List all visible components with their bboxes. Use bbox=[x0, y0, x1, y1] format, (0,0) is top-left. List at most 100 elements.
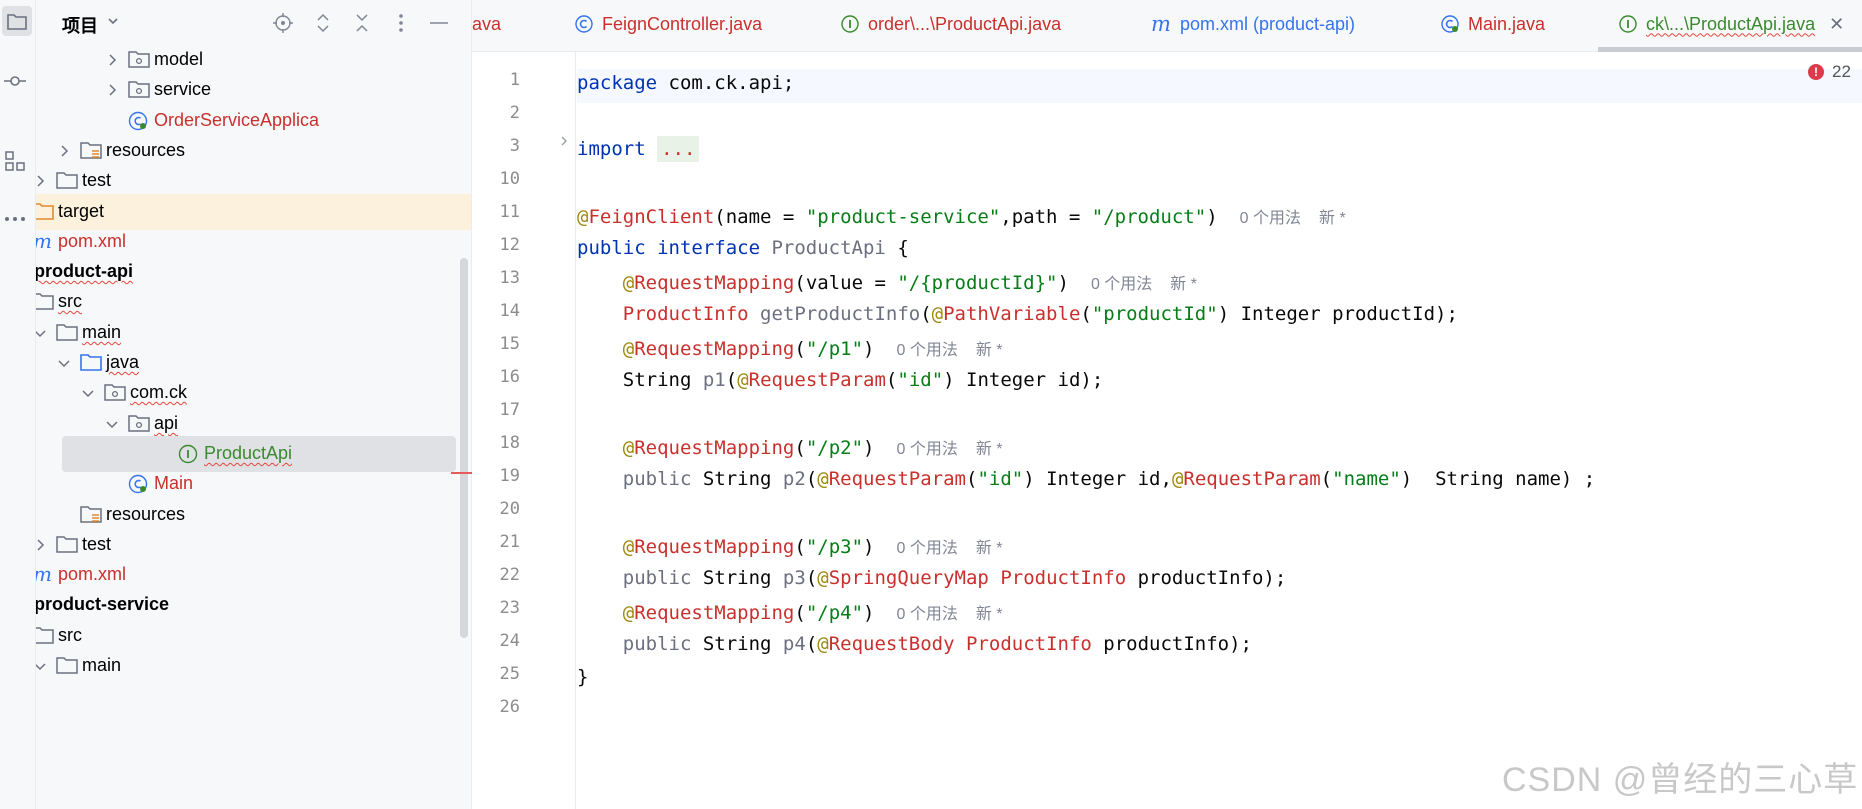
tab-label: Main.java bbox=[1468, 13, 1546, 34]
tab-main[interactable]: Main.java bbox=[1440, 0, 1545, 48]
tab-label: FeignController.java bbox=[602, 13, 763, 34]
code-line-13: @RequestMapping(value = "/{productId}") 0… bbox=[622, 272, 1197, 294]
code-line-22: public String p3(@SpringQueryMap Product… bbox=[622, 567, 1287, 589]
structure-tool-icon[interactable] bbox=[0, 146, 30, 176]
line-number: 12 bbox=[499, 235, 520, 255]
chevron-down-icon[interactable] bbox=[56, 355, 72, 371]
chevron-right-icon[interactable] bbox=[36, 537, 48, 553]
locate-icon[interactable] bbox=[270, 10, 296, 36]
error-count: 22 bbox=[1832, 62, 1851, 81]
collapse-all-icon[interactable] bbox=[349, 10, 375, 36]
line-number: 15 bbox=[499, 334, 520, 354]
chevron-down-icon[interactable] bbox=[104, 416, 120, 432]
tree-item-label: product-service bbox=[36, 594, 170, 614]
hide-panel-icon[interactable] bbox=[426, 10, 452, 36]
spring-boot-class-icon bbox=[1440, 14, 1460, 34]
folder-icon bbox=[36, 292, 54, 312]
activity-bar bbox=[0, 0, 36, 809]
spring-boot-class-icon bbox=[128, 474, 150, 494]
tab-pom-product-api[interactable]: m pom.xml (product-api) bbox=[1150, 0, 1355, 48]
tree-item-label: src bbox=[58, 291, 82, 311]
tree-item-label: model bbox=[154, 49, 204, 69]
fold-chevron-icon[interactable] bbox=[558, 132, 570, 151]
folder-icon bbox=[56, 535, 78, 555]
package-folder-icon bbox=[128, 50, 150, 70]
package-folder-icon bbox=[128, 414, 150, 434]
code-line-24: public String p4(@RequestBody ProductInf… bbox=[622, 633, 1252, 655]
package-folder-icon bbox=[104, 383, 126, 403]
line-number: 10 bbox=[499, 169, 520, 189]
line-number: 17 bbox=[499, 400, 520, 420]
chevron-down-icon[interactable] bbox=[36, 658, 48, 674]
tree-item-label: ProductApi bbox=[204, 443, 293, 463]
inspection-widget[interactable]: ! 22 bbox=[1808, 62, 1851, 82]
chevron-right-icon[interactable] bbox=[104, 52, 120, 68]
folder-icon bbox=[56, 323, 78, 343]
chevron-right-icon[interactable] bbox=[56, 143, 72, 159]
code-editor[interactable]: package com.ck.api; import ... @FeignCli… bbox=[577, 52, 1862, 809]
tree-item-label: src bbox=[58, 625, 82, 645]
package-folder-icon bbox=[128, 80, 150, 100]
tree-item-label: service bbox=[154, 79, 212, 99]
chevron-down-icon[interactable] bbox=[106, 13, 120, 32]
usages-hint[interactable]: 0 个用法 bbox=[896, 606, 957, 623]
more-tools-icon[interactable] bbox=[0, 204, 30, 234]
interface-icon bbox=[1618, 14, 1638, 34]
maven-icon: m bbox=[1151, 12, 1171, 36]
line-number: 23 bbox=[499, 598, 520, 618]
line-number: 20 bbox=[499, 499, 520, 519]
chevron-right-icon[interactable] bbox=[104, 82, 120, 98]
line-number: 14 bbox=[499, 301, 520, 321]
new-hint: 新 * bbox=[975, 342, 1003, 359]
usages-hint[interactable]: 0 个用法 bbox=[896, 441, 957, 458]
usages-hint[interactable]: 0 个用法 bbox=[896, 342, 957, 359]
maven-icon: m bbox=[36, 229, 54, 253]
new-hint: 新 * bbox=[1319, 210, 1346, 227]
chevron-down-icon[interactable] bbox=[80, 385, 96, 401]
tree-item-label: target bbox=[58, 201, 105, 221]
project-panel-header: 项目 bbox=[36, 0, 471, 46]
options-icon[interactable] bbox=[388, 10, 414, 36]
tab-ck-productapi-active[interactable]: ck\...\ProductApi.java ✕ bbox=[1618, 0, 1844, 48]
tab-label: ava bbox=[472, 13, 502, 34]
line-number: 24 bbox=[499, 631, 520, 651]
commit-tool-icon[interactable] bbox=[0, 66, 30, 96]
line-number: 26 bbox=[499, 697, 520, 717]
code-line-25: } bbox=[577, 666, 589, 688]
chevron-right-icon[interactable] bbox=[36, 173, 48, 189]
usages-hint[interactable]: 0 个用法 bbox=[1091, 276, 1152, 293]
tree-item-label: main bbox=[82, 322, 122, 342]
tree-item[interactable]: main bbox=[36, 648, 471, 684]
new-hint: 新 * bbox=[975, 540, 1003, 557]
close-tab-icon[interactable]: ✕ bbox=[1829, 14, 1844, 35]
project-panel: 项目 model service OrderServiceApplica resour… bbox=[36, 0, 472, 809]
line-number: 22 bbox=[499, 565, 520, 585]
code-line-23: @RequestMapping("/p4") 0 个用法新 * bbox=[622, 602, 1003, 624]
tab-partial[interactable]: ava bbox=[472, 0, 501, 48]
error-icon: ! bbox=[1808, 64, 1824, 80]
chevron-down-icon[interactable] bbox=[36, 325, 48, 341]
class-icon bbox=[574, 14, 594, 34]
tree-item-label: api bbox=[154, 413, 179, 433]
folded-imports[interactable]: ... bbox=[657, 136, 700, 162]
usages-hint[interactable]: 0 个用法 bbox=[1240, 210, 1301, 227]
code-line-12: public interface ProductApi { bbox=[577, 237, 909, 259]
tab-order-productapi[interactable]: order\...\ProductApi.java bbox=[840, 0, 1061, 48]
tree-item-label: pom.xml bbox=[58, 231, 127, 251]
line-number-gutter: 1 2 3 10 11 12 13 14 15 16 17 18 19 20 21 22 23 24 25 26 bbox=[472, 52, 576, 809]
usages-hint[interactable]: 0 个用法 bbox=[896, 540, 957, 557]
code-line-11: @FeignClient(name = "product-service",pa… bbox=[577, 206, 1346, 228]
project-panel-title[interactable]: 项目 bbox=[62, 12, 98, 38]
tab-feigncontroller[interactable]: FeignController.java bbox=[574, 0, 762, 48]
svg-text:m: m bbox=[36, 232, 52, 252]
expand-all-icon[interactable] bbox=[310, 10, 336, 36]
project-tool-icon[interactable] bbox=[2, 6, 32, 36]
code-line-18: @RequestMapping("/p2") 0 个用法新 * bbox=[622, 437, 1003, 459]
project-scrollbar[interactable] bbox=[460, 258, 468, 638]
watermark: CSDN @曾经的三心草 bbox=[1502, 761, 1859, 799]
new-hint: 新 * bbox=[1170, 276, 1197, 293]
tree-item-label: Main bbox=[154, 473, 194, 493]
code-line-1: package com.ck.api; bbox=[577, 72, 795, 94]
line-number: 18 bbox=[499, 433, 520, 453]
code-line-14: ProductInfo getProductInfo(@PathVariable… bbox=[622, 303, 1458, 325]
